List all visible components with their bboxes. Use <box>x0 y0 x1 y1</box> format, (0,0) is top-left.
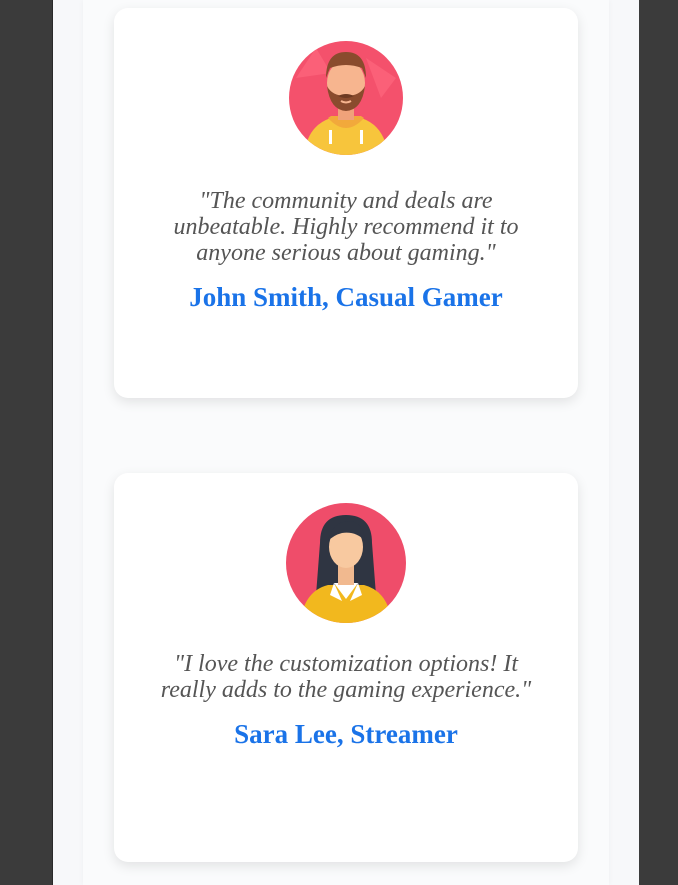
testimonial-card: "The community and deals are unbeatable.… <box>114 8 578 398</box>
browser-viewport: "The community and deals are unbeatable.… <box>52 0 639 885</box>
testimonial-author: Sara Lee, Streamer <box>234 719 458 749</box>
woman-avatar-icon <box>286 503 406 623</box>
testimonial-card: "I love the customization options! It re… <box>114 473 578 862</box>
testimonial-quote: "I love the customization options! It re… <box>160 651 532 703</box>
bearded-man-avatar-icon <box>289 41 403 155</box>
testimonial-quote: "The community and deals are unbeatable.… <box>173 188 519 266</box>
testimonial-author: John Smith, Casual Gamer <box>189 282 503 312</box>
